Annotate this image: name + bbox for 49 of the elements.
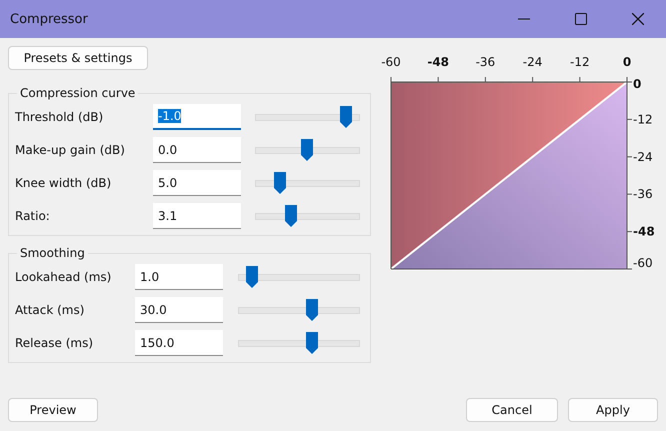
slider[interactable] (238, 265, 360, 289)
slider[interactable] (238, 298, 360, 322)
preview-button[interactable]: Preview (8, 398, 98, 422)
tick-label: -36 (475, 55, 496, 69)
tick-label: -24 (522, 55, 542, 69)
field-label: Threshold (dB) (15, 110, 104, 124)
tick-label: -60 (632, 256, 652, 270)
presets-button[interactable]: Presets & settings (8, 46, 148, 70)
tick-label: -24 (632, 150, 652, 164)
input-field[interactable]: 30.0 (135, 297, 223, 323)
close-icon (632, 13, 644, 25)
field-label: Release (ms) (15, 336, 94, 350)
slider-thumb[interactable] (338, 105, 353, 129)
field-label: Make-up gain (dB) (15, 143, 126, 157)
tick-label: 0 (632, 77, 642, 91)
slider[interactable] (254, 171, 360, 195)
slider[interactable] (254, 204, 360, 228)
maximize-icon (574, 13, 586, 25)
input-field[interactable]: 150.0 (135, 330, 223, 356)
input-field[interactable]: -1.0 (153, 104, 241, 130)
slider-thumb[interactable] (304, 298, 319, 322)
slider[interactable] (254, 138, 360, 162)
slider-thumb[interactable] (245, 265, 260, 289)
input-field[interactable]: 5.0 (153, 170, 241, 196)
slider-thumb[interactable] (284, 204, 298, 228)
input-field[interactable]: 0.0 (153, 137, 241, 163)
input-field[interactable]: 1.0 (135, 264, 223, 290)
tick-label: -12 (570, 55, 590, 69)
apply-button[interactable]: Apply (568, 398, 658, 422)
slider[interactable] (254, 105, 360, 129)
tick-label: -36 (632, 187, 652, 202)
slider-thumb[interactable] (300, 138, 314, 162)
tick-label: -12 (632, 112, 652, 126)
tick-label: 0 (622, 55, 632, 69)
cancel-button[interactable]: Cancel (466, 398, 558, 422)
slider-thumb[interactable] (304, 331, 319, 355)
input-field[interactable]: 3.1 (153, 203, 241, 229)
field-label: Knee width (dB) (15, 176, 112, 190)
tick-label: -48 (632, 224, 655, 239)
field-label: Attack (ms) (15, 303, 86, 317)
slider[interactable] (238, 331, 360, 355)
group-title: Smoothing (19, 246, 86, 260)
tick-label: -48 (427, 55, 449, 69)
slider-thumb[interactable] (273, 171, 288, 195)
field-label: Ratio: (15, 209, 51, 223)
field-label: Lookahead (ms) (15, 270, 112, 284)
group-title: Compression curve (19, 86, 136, 100)
window-title: Compressor (10, 12, 89, 26)
tick-label: -60 (381, 55, 401, 69)
